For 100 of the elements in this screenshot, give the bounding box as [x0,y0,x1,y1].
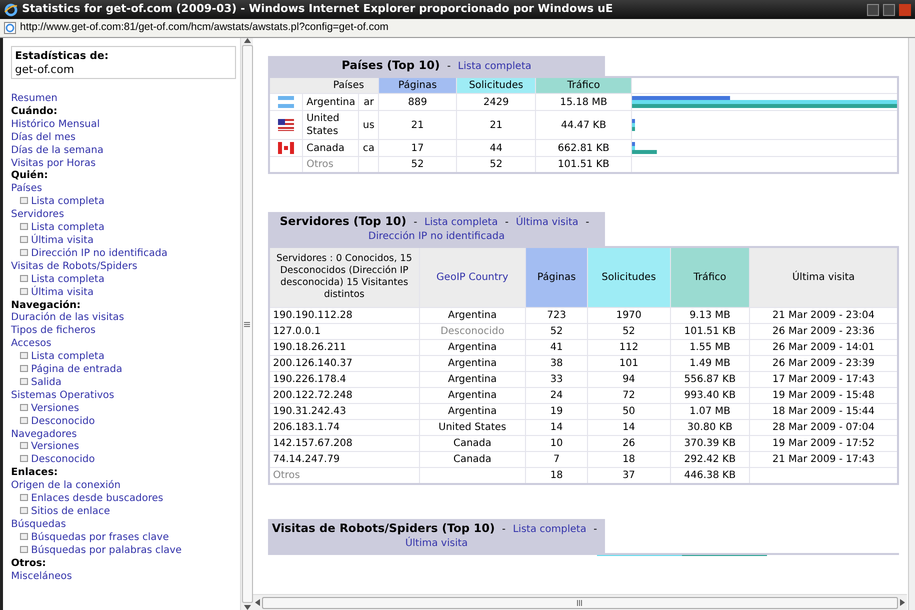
sidebar-sublink[interactable]: Lista completa [11,196,240,210]
table-cell: 1.55 MB [670,339,750,355]
table-cell: 44 [456,140,536,156]
host-cell: 190.18.26.211 [269,339,419,355]
scroll-left-icon[interactable] [255,599,260,606]
section-title: Visitas de Robots/Spiders (Top 10) [272,520,495,534]
separator: - [586,217,590,228]
table-cell: 889 [378,94,456,110]
table-cell: 52 [587,323,670,339]
sidebar-link[interactable]: Visitas de Robots/Spiders [11,260,240,274]
sidebar-link[interactable]: Tipos de ficheros [11,325,240,338]
column-header[interactable]: GeoIP Country [419,247,526,307]
sidebar-sublink[interactable]: Versiones [11,441,240,454]
vertical-scrollbar[interactable] [908,38,915,610]
table-cell: 1.49 MB [670,355,750,371]
table-cell: 7 [526,451,588,467]
table-cell: 33 [526,371,588,387]
column-header: Última visita [750,247,898,307]
scrollbar-thumb[interactable] [242,45,252,603]
section-link[interactable]: Lista completa [512,524,586,534]
table-cell: 1970 [587,307,670,323]
grip-icon [244,322,250,326]
scroll-right-icon[interactable] [900,599,905,606]
sidebar-link[interactable]: Búsquedas [11,518,240,532]
table-cell: 17 [378,140,456,156]
section-link[interactable]: Dirección IP no identificada [368,231,505,242]
sidebar-sublink[interactable]: Página de entrada [11,364,240,377]
sidebar-title: Estadísticas de: [15,50,109,62]
country-cell: Canada [419,435,526,451]
sidebar-link[interactable]: Origen de la conexión [11,480,240,494]
sidebar-link[interactable]: Duración de las visitas [11,312,240,326]
column-header: Países [269,77,379,94]
country-cell: Argentina [419,371,526,387]
section-link[interactable]: Última visita [516,217,578,228]
column-header: Tráfico [536,77,632,94]
sidebar-link[interactable]: Días de la semana [11,144,240,158]
maximize-button[interactable] [883,4,895,16]
sidebar-link[interactable]: Días del mes [11,132,240,145]
grip-icon [577,600,583,606]
section-title: Servidores (Top 10) [280,214,406,228]
country-code: ar [358,94,379,110]
sidebar-sublink[interactable]: Última visita [11,286,240,300]
table-cell: 9.13 MB [670,307,750,323]
section-link[interactable]: Última visita [405,538,468,548]
country-cell: Argentina [419,403,526,419]
sidebar-sublink[interactable]: Búsquedas por frases clave [11,532,240,545]
host-cell: 190.226.178.4 [269,371,419,387]
sidebar-link[interactable]: Servidores [11,209,240,222]
bar-graph-drawing [632,141,657,155]
sidebar-sublink[interactable]: Dirección IP no identificada [11,248,240,261]
country-code: ca [358,140,379,156]
sidebar-sublink[interactable]: Desconocido [11,454,240,468]
country-cell: Canada [419,451,526,467]
sidebar-link[interactable]: Accesos [11,338,240,352]
country-name: United States [302,110,359,140]
bar-graph-drawing [632,118,635,132]
section-title: Países (Top 10) [342,58,440,72]
minimize-button[interactable] [867,4,879,16]
table-cell: 10 [526,435,588,451]
sidebar-sublink[interactable]: Desconocido [11,416,240,429]
host-cell: 74.14.247.79 [269,451,419,467]
sidebar-sublink[interactable]: Búsquedas por palabras clave [11,544,240,558]
sidebar-sublink[interactable]: Enlaces desde buscadores [11,493,240,506]
sidebar-sublink[interactable]: Sitios de enlace [11,506,240,519]
country-cell: United States [419,419,526,435]
sidebar-sublink[interactable]: Lista completa [11,274,240,287]
table-cell: 52 [526,323,588,339]
scroll-down-icon[interactable] [244,605,250,610]
sidebar-sublink[interactable]: Lista completa [11,222,240,235]
country-cell: Argentina [419,355,526,371]
sidebar-sublink[interactable]: Última visita [11,234,240,248]
page-icon [4,22,16,34]
sidebar-link[interactable]: Histórico Mensual [11,118,240,132]
site-name: get-of.com [15,63,74,76]
table-cell: 18 [587,451,670,467]
sublink-icon [20,197,28,204]
sidebar-link[interactable]: Navegadores [11,428,240,442]
table-cell: 101.51 KB [670,323,750,339]
sidebar-sublink[interactable]: Versiones [11,402,240,416]
table-cell: 112 [587,339,670,355]
section-heading: Quién: [11,170,49,183]
sidebar-link[interactable]: Sistemas Operativos [11,390,240,403]
table-cell: 19 [526,403,588,419]
close-button[interactable] [899,4,911,16]
section-link[interactable]: Lista completa [458,61,532,72]
table-cell: 50 [587,403,670,419]
scrollbar-thumb[interactable] [262,596,898,608]
sidebar-sublink[interactable]: Salida [11,376,240,390]
section-heading: Navegación: [11,300,82,312]
sidebar-link[interactable]: Visitas por Horas [11,158,240,170]
section-link[interactable]: Lista completa [424,217,498,228]
sidebar-link[interactable]: Países [11,183,240,196]
table-cell: 101 [587,355,670,371]
sidebar-sublink[interactable]: Lista completa [11,351,240,364]
sidebar-link[interactable]: Resumen [11,93,240,106]
country-cell: Argentina [419,339,526,355]
table-cell: 1.07 MB [670,403,750,419]
sidebar-link[interactable]: Misceláneos [11,570,240,584]
separator: - [414,217,418,228]
summary-text: Servidores : 0 Conocidos, 15 Desconocidos (Dirección IP desconocida) 15 Visitantes distintos [269,247,419,307]
